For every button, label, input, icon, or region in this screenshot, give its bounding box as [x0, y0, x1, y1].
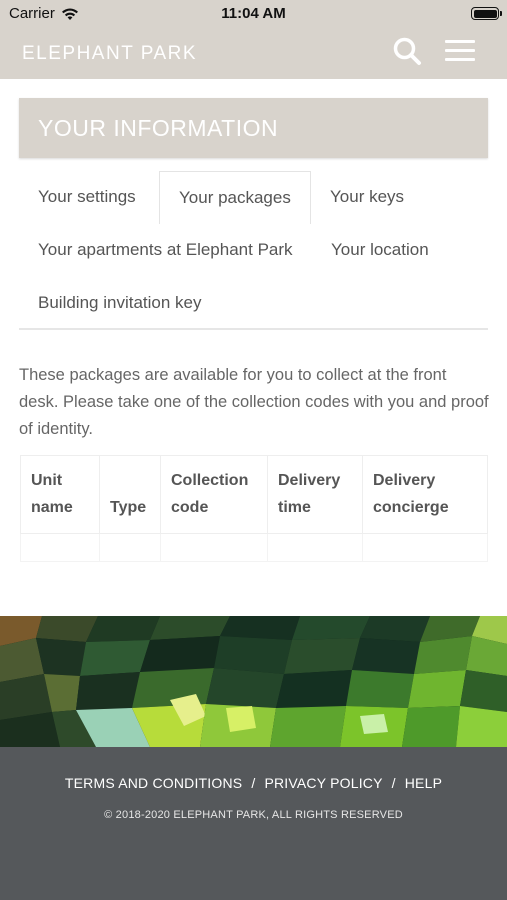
column-header-delivery-time: Delivery time — [267, 455, 363, 534]
footer: TERMS AND CONDITIONS / PRIVACY POLICY / HELP… — [0, 747, 507, 900]
tabs-divider — [19, 328, 488, 330]
status-time: 11:04 AM — [221, 5, 286, 22]
terms-link[interactable]: TERMS AND CONDITIONS — [65, 775, 242, 791]
column-header-delivery-concierge: Delivery concierge — [362, 455, 488, 534]
copyright-text: © 2018-2020 ELEPHANT PARK, ALL RIGHTS RE… — [104, 809, 403, 821]
tab-your-apartments[interactable]: Your apartments at Elephant Park — [19, 224, 312, 276]
column-header-collection-code: Collection code — [160, 455, 268, 534]
battery-icon — [471, 7, 502, 20]
footer-separator: / — [251, 775, 256, 791]
tab-your-location[interactable]: Your location — [312, 224, 448, 276]
search-icon[interactable] — [392, 36, 422, 66]
column-header-type: Type — [99, 455, 161, 534]
packages-table: Unit name Type Collection code Delivery … — [20, 455, 488, 562]
tab-your-packages[interactable]: Your packages — [159, 171, 311, 224]
status-bar: Carrier 11:04 AM — [0, 0, 507, 28]
menu-icon[interactable] — [445, 40, 477, 64]
table-cell — [20, 533, 100, 562]
decorative-mosaic-banner — [0, 616, 507, 747]
brand-logo[interactable]: ELEPHANT PARK — [22, 43, 197, 65]
table-cell — [99, 533, 161, 562]
table-header-row: Unit name Type Collection code Delivery … — [20, 455, 488, 534]
footer-links: TERMS AND CONDITIONS / PRIVACY POLICY / HELP — [0, 775, 507, 791]
section-header: YOUR INFORMATION — [19, 98, 488, 158]
table-empty-row — [20, 533, 488, 562]
tab-your-settings[interactable]: Your settings — [19, 171, 155, 223]
table-cell — [362, 533, 488, 562]
table-cell — [160, 533, 268, 562]
tab-building-invitation-key[interactable]: Building invitation key — [19, 277, 220, 329]
column-header-unit-name: Unit name — [20, 455, 100, 534]
section-title: YOUR INFORMATION — [38, 115, 279, 141]
tab-your-keys[interactable]: Your keys — [311, 171, 423, 223]
table-cell — [267, 533, 363, 562]
privacy-link[interactable]: PRIVACY POLICY — [264, 775, 382, 791]
footer-separator: / — [391, 775, 396, 791]
packages-intro-text: These packages are available for you to … — [19, 366, 489, 438]
help-link[interactable]: HELP — [405, 775, 442, 791]
top-navbar: ELEPHANT PARK — [0, 28, 507, 79]
